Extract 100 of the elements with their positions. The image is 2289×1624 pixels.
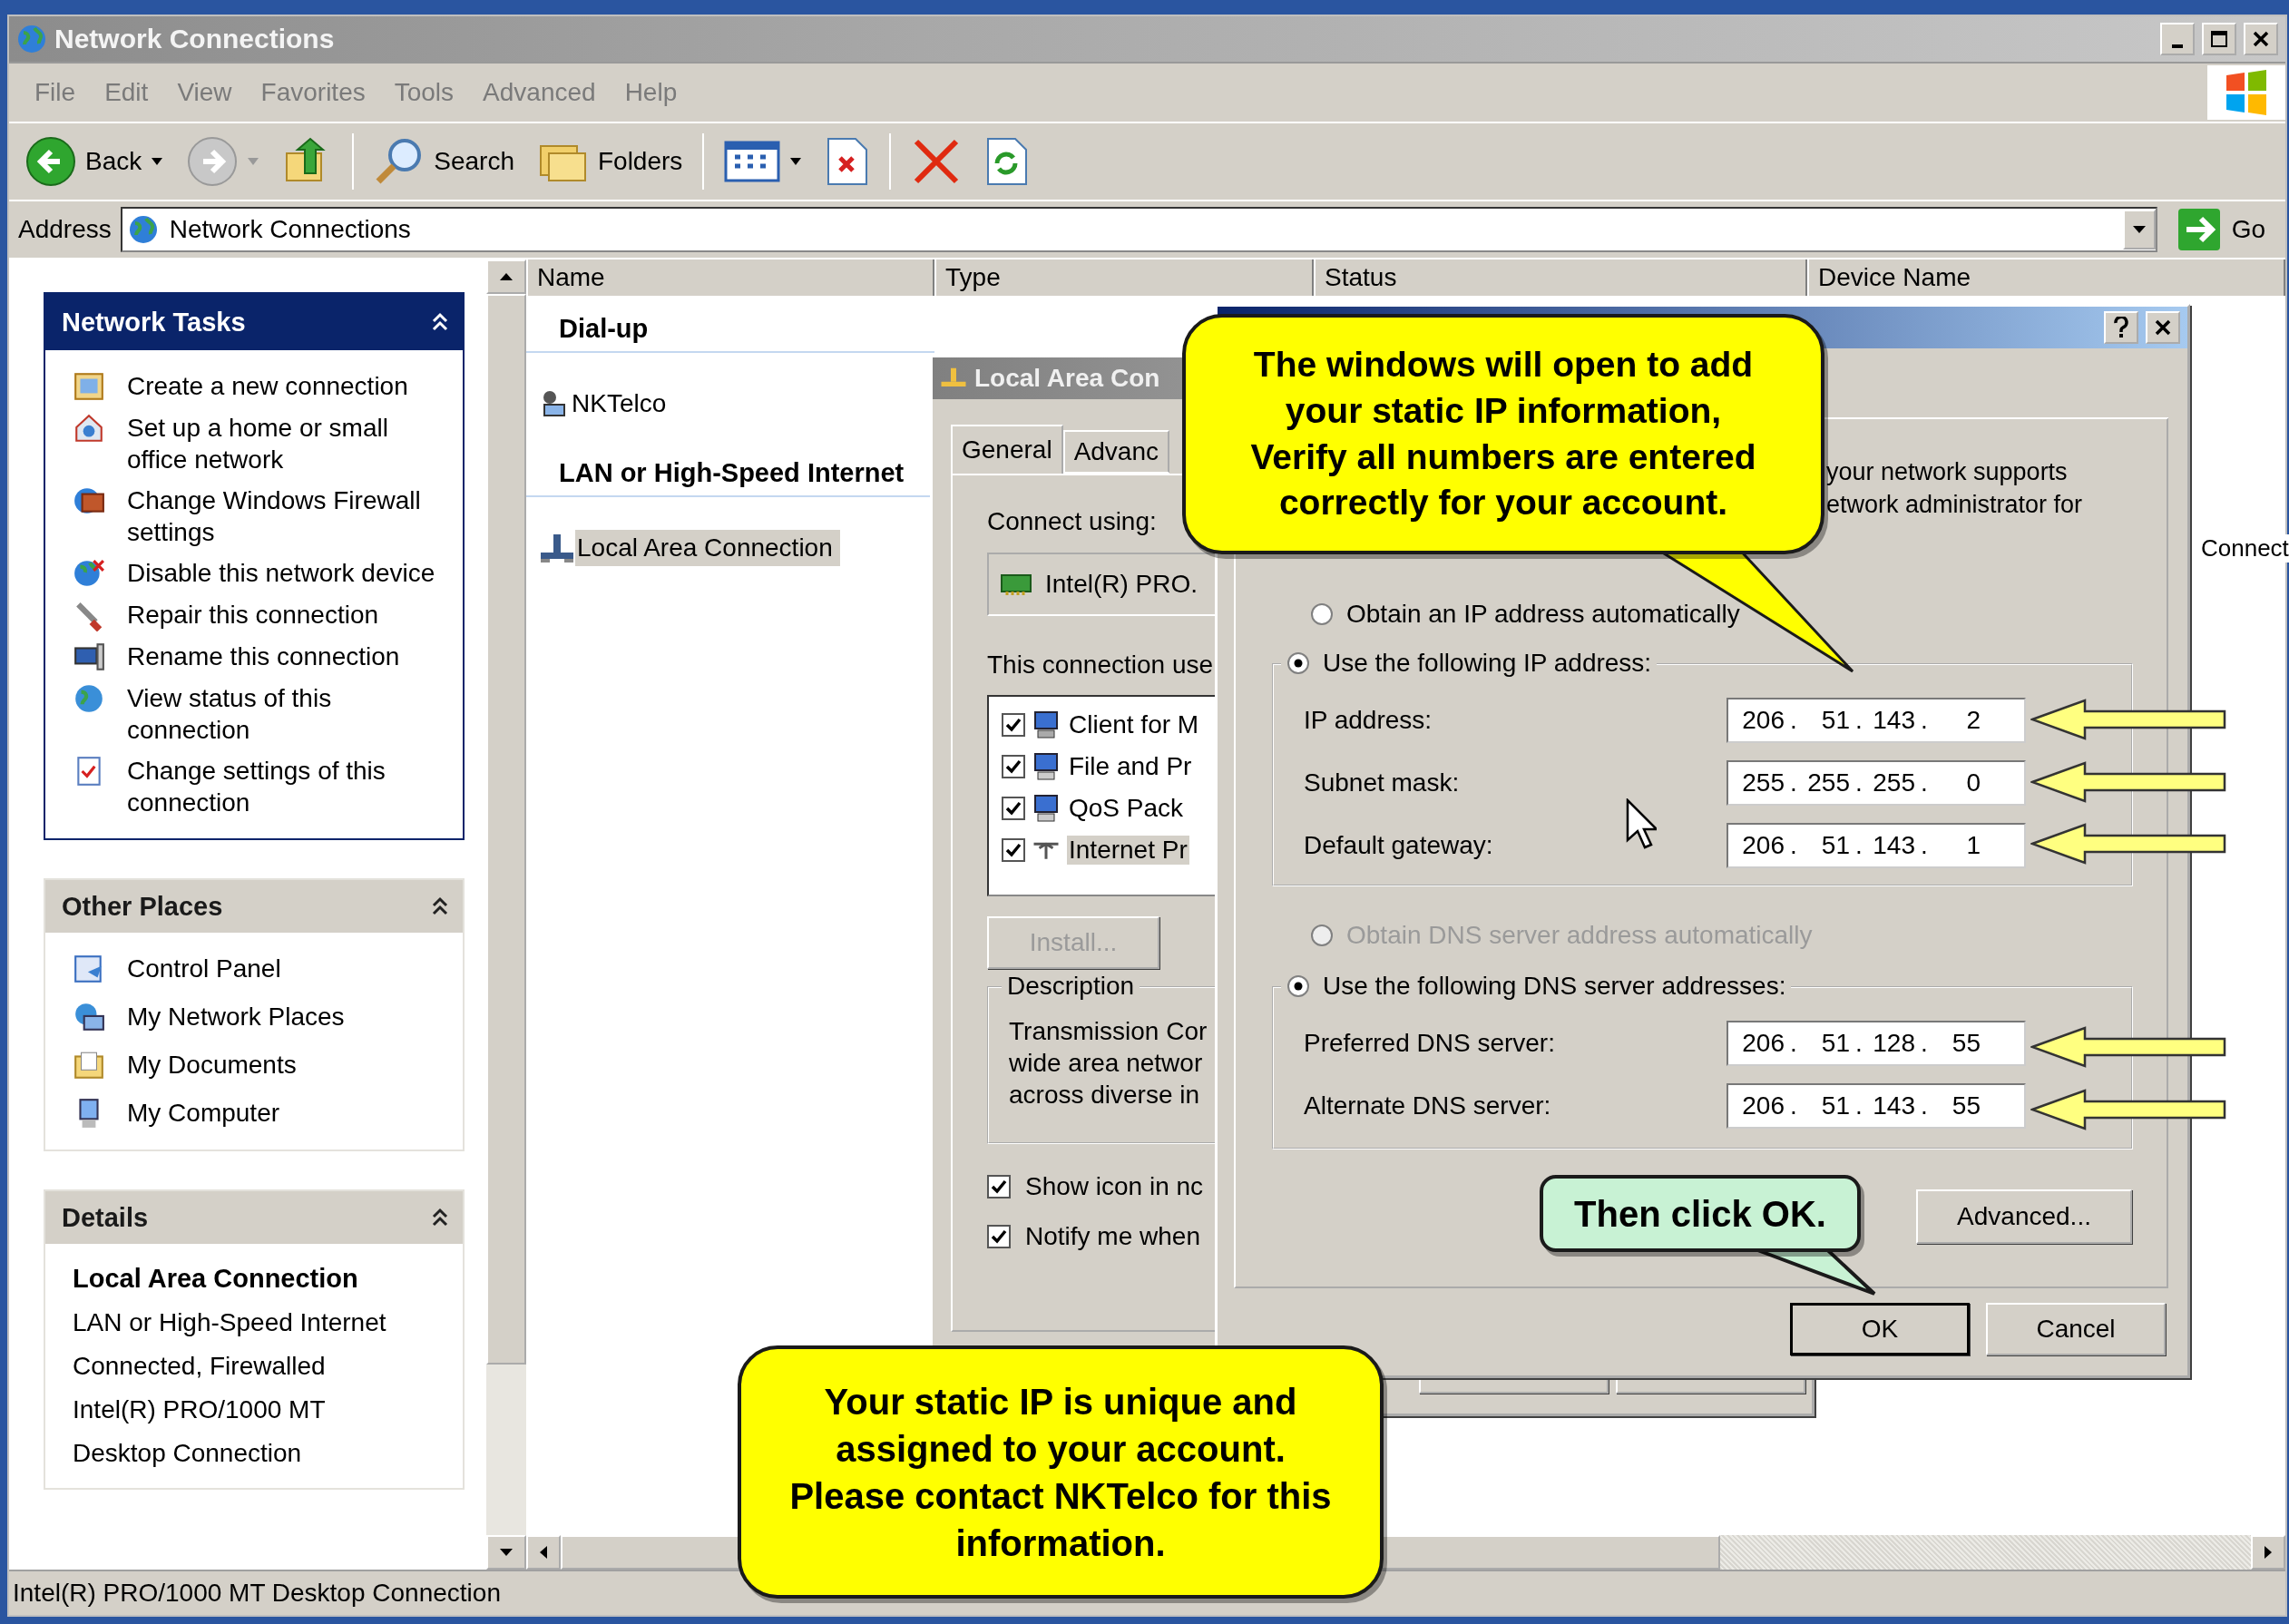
radio-label: Obtain DNS server address automatically [1346, 921, 1813, 950]
ok-button[interactable]: OK [1790, 1303, 1970, 1355]
device-name-text: Connect [2201, 533, 2289, 563]
column-header[interactable]: Device Name [1807, 259, 2285, 296]
window-title: Network Connections [54, 24, 336, 54]
task-link[interactable]: Set up a home or small office network [127, 412, 440, 475]
help-button[interactable] [2104, 311, 2138, 344]
radio-label: Use the following DNS server addresses: [1323, 972, 1786, 1001]
right-arrow-icon [2264, 1545, 2273, 1560]
checkbox[interactable] [1002, 713, 1025, 737]
down-arrow-icon [499, 1548, 514, 1557]
minimize-icon [2172, 44, 2183, 48]
field-label: Preferred DNS server: [1304, 1029, 1556, 1058]
checkbox[interactable] [987, 1175, 1011, 1198]
monitor-icon [73, 641, 105, 673]
column-header[interactable]: Type [934, 259, 1314, 296]
task-link[interactable]: Rename this connection [127, 641, 400, 672]
checkbox[interactable] [1002, 755, 1025, 778]
go-button[interactable]: Go [2166, 208, 2276, 251]
address-field[interactable]: Network Connections [120, 207, 2157, 252]
globe-icon [73, 1001, 105, 1033]
task-link[interactable]: Change Windows Firewall settings [127, 484, 440, 548]
component-item[interactable]: Internet Pr [1067, 836, 1189, 865]
ip-address-field[interactable]: 206 . 51 . 143 . 55 [1727, 1083, 2026, 1129]
field-label: This connection use [987, 651, 1214, 680]
close-icon [2154, 318, 2172, 337]
checkbox[interactable] [1002, 838, 1025, 862]
close-button[interactable] [2244, 23, 2278, 55]
folders-button[interactable]: Folders [530, 135, 690, 188]
checkbox[interactable] [987, 1225, 1011, 1248]
collapse-icon[interactable] [430, 1208, 450, 1228]
scroll-up-button[interactable] [486, 259, 526, 294]
scroll-left-button[interactable] [526, 1535, 561, 1570]
advanced-button[interactable]: Advanced... [1916, 1189, 2132, 1244]
details-text: Intel(R) PRO/1000 MT [73, 1395, 327, 1424]
computer-icon [1032, 710, 1060, 739]
tab[interactable]: Advanc [1062, 430, 1170, 474]
minimize-button[interactable] [2160, 23, 2195, 55]
radio-label: Use the following IP address: [1323, 649, 1652, 678]
task-link[interactable]: My Network Places [127, 1001, 345, 1032]
scroll-down-button[interactable] [486, 1535, 526, 1570]
task-link[interactable]: Disable this network device [127, 557, 435, 589]
dialog-title: Local Area Con [974, 364, 1160, 393]
up-arrow-icon [499, 272, 514, 281]
panel-title: Network Tasks [62, 307, 246, 338]
task-link[interactable]: Change settings of this connection [127, 755, 440, 818]
column-header[interactable]: Name [526, 259, 934, 296]
dropdown-button[interactable] [2122, 210, 2156, 249]
scroll-right-button[interactable] [2251, 1535, 2285, 1570]
back-button[interactable]: Back [18, 132, 171, 191]
task-link[interactable]: Create a new connection [127, 370, 408, 402]
task-link[interactable]: My Documents [127, 1049, 297, 1081]
scrollbar[interactable] [486, 259, 526, 1570]
ip-address-field[interactable]: 206 . 51 . 143 . 2 [1727, 698, 2026, 743]
tab[interactable]: General [951, 425, 1063, 474]
task-link[interactable]: Control Panel [127, 953, 281, 984]
network-cable-icon [539, 533, 575, 563]
maximize-button[interactable] [2202, 23, 2236, 55]
connection-item[interactable]: Local Area Connection [575, 530, 840, 566]
connection-item[interactable]: NKTelco [570, 386, 674, 422]
field-label: Alternate DNS server: [1304, 1091, 1552, 1120]
computer-icon [1032, 752, 1060, 781]
cancel-button[interactable]: Cancel [1986, 1303, 2166, 1355]
ip-address-field[interactable]: 206 . 51 . 128 . 55 [1727, 1021, 2026, 1066]
radio-label: Obtain an IP address automatically [1346, 600, 1740, 629]
radio-button[interactable] [1286, 974, 1310, 998]
radio-button[interactable] [1286, 651, 1310, 675]
ip-address-field[interactable]: 206 . 51 . 143 . 1 [1727, 823, 2026, 868]
description-text: Transmission Cor wide area networ across diverse in [1009, 1016, 1208, 1110]
task-link[interactable]: View status of this connection [127, 682, 440, 746]
caret-icon [789, 157, 803, 166]
field-label: Subnet mask: [1304, 768, 1461, 797]
component-item[interactable]: Client for M [1067, 710, 1201, 739]
checkbox[interactable] [1002, 797, 1025, 820]
window-icon [73, 370, 105, 403]
field-label: Connect using: [987, 507, 1157, 536]
details-text: Connected, Firewalled [73, 1352, 327, 1381]
component-item[interactable]: QoS Pack [1067, 794, 1186, 823]
maximize-icon [2210, 30, 2228, 48]
component-item[interactable]: File and Pr [1067, 752, 1194, 781]
radio-button[interactable] [1310, 602, 1334, 626]
collapse-icon[interactable] [430, 312, 450, 332]
computer-icon [1032, 794, 1060, 823]
group-header: Dial-up [526, 308, 934, 353]
details-heading: Local Area Connection [73, 1264, 359, 1294]
column-header[interactable]: Status [1314, 259, 1807, 296]
question-mark-icon [2113, 317, 2129, 338]
close-button[interactable] [2146, 311, 2180, 344]
search-button[interactable]: Search [367, 132, 522, 191]
scroll-thumb[interactable] [486, 294, 526, 1365]
collapse-icon[interactable] [430, 896, 450, 916]
caret-icon [247, 157, 260, 166]
task-link[interactable]: My Computer [127, 1097, 280, 1129]
document-x-icon [826, 136, 870, 187]
details-text: LAN or High-Speed Internet [73, 1308, 387, 1337]
close-icon [2252, 30, 2270, 48]
checkbox-label: Notify me when [1025, 1222, 1200, 1251]
task-link[interactable]: Repair this connection [127, 599, 379, 631]
ip-address-field[interactable]: 255 . 255 . 255 . 0 [1727, 760, 2026, 806]
panel-title: Details [62, 1202, 149, 1233]
